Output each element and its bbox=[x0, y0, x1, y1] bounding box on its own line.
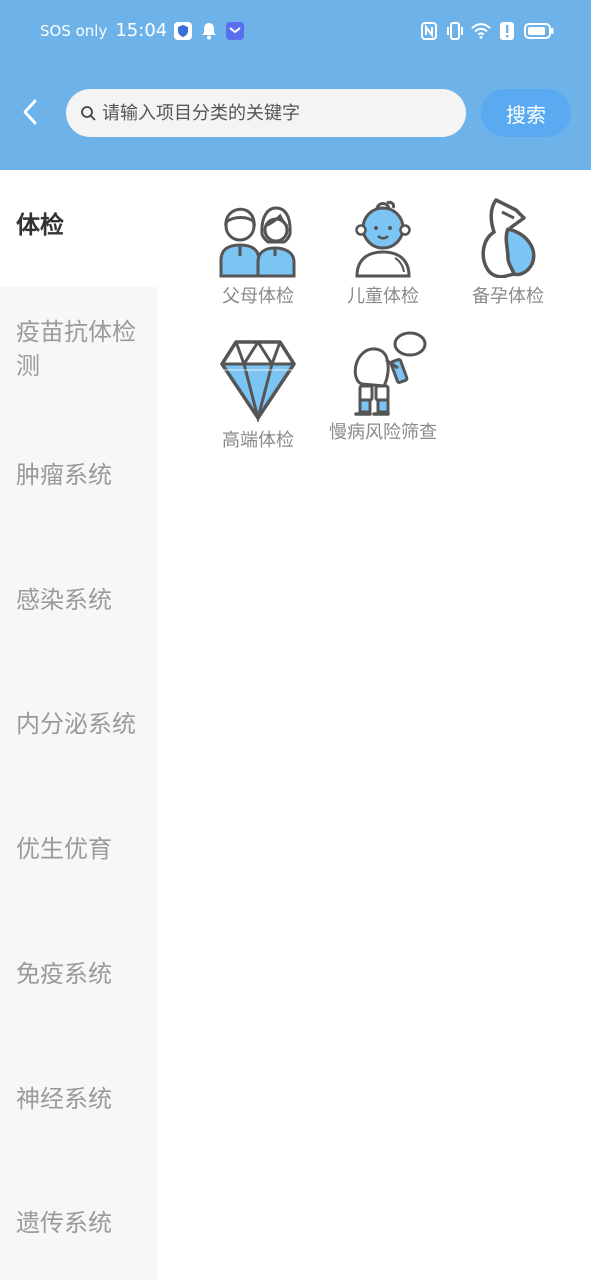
search-icon bbox=[81, 106, 96, 121]
app-header: SOS only 15:04 请输入项目分类的关键字 搜索 bbox=[0, 0, 591, 170]
bell-icon bbox=[199, 21, 219, 41]
carrier-text: SOS only bbox=[40, 21, 108, 40]
diamond-icon bbox=[220, 340, 296, 422]
category-item-endocrine[interactable]: 内分泌系统 bbox=[0, 707, 158, 741]
grid-item-parents-exam[interactable]: 父母体检 bbox=[198, 198, 318, 310]
category-item-tumor[interactable]: 肿瘤系统 bbox=[0, 458, 158, 492]
battery-icon bbox=[523, 21, 555, 41]
grid-item-label: 备孕体检 bbox=[472, 286, 544, 307]
clock: 15:04 bbox=[115, 20, 168, 41]
pregnancy-icon bbox=[481, 198, 536, 278]
grid-item-label: 父母体检 bbox=[222, 286, 294, 307]
app-notification-icon bbox=[225, 21, 245, 41]
grid-item-premium-exam[interactable]: 高端体检 bbox=[198, 336, 318, 454]
category-item-vaccine-antibody[interactable]: 疫苗抗体检测 bbox=[0, 315, 158, 383]
category-item-immune[interactable]: 免疫系统 bbox=[0, 957, 158, 991]
vibrate-icon bbox=[445, 21, 465, 41]
grid-item-label: 儿童体检 bbox=[347, 286, 419, 307]
category-item-genetic[interactable]: 遗传系统 bbox=[0, 1206, 158, 1240]
shield-icon bbox=[173, 21, 193, 41]
category-item-infection[interactable]: 感染系统 bbox=[0, 583, 158, 617]
child-icon bbox=[355, 200, 411, 278]
alert-icon bbox=[497, 21, 517, 41]
grid-item-pregnancy-exam[interactable]: 备孕体检 bbox=[448, 198, 568, 310]
chevron-left-icon bbox=[23, 99, 37, 125]
grid-item-chronic-screening[interactable]: 慢病风险筛查 bbox=[323, 330, 443, 446]
wifi-icon bbox=[471, 21, 491, 41]
grid-item-label: 高端体检 bbox=[222, 430, 294, 451]
parents-icon bbox=[219, 206, 296, 278]
status-bar: SOS only 15:04 bbox=[0, 0, 591, 66]
grid-item-label: 慢病风险筛查 bbox=[329, 422, 437, 443]
nfc-icon bbox=[419, 21, 439, 41]
elderly-icon bbox=[353, 331, 427, 416]
search-input[interactable] bbox=[102, 102, 442, 124]
search-button[interactable]: 搜索 bbox=[481, 89, 571, 137]
grid-item-child-exam[interactable]: 儿童体检 bbox=[323, 198, 443, 310]
category-item-eugenics[interactable]: 优生优育 bbox=[0, 832, 158, 866]
category-item-physical-exam[interactable]: 体检 bbox=[0, 170, 158, 287]
back-button[interactable] bbox=[14, 96, 46, 128]
category-item-nervous[interactable]: 神经系统 bbox=[0, 1082, 158, 1116]
search-box[interactable] bbox=[66, 89, 466, 137]
category-sidebar: 体检 疫苗抗体检测 肿瘤系统 感染系统 内分泌系统 优生优育 免疫系统 神经系统… bbox=[0, 170, 158, 1280]
